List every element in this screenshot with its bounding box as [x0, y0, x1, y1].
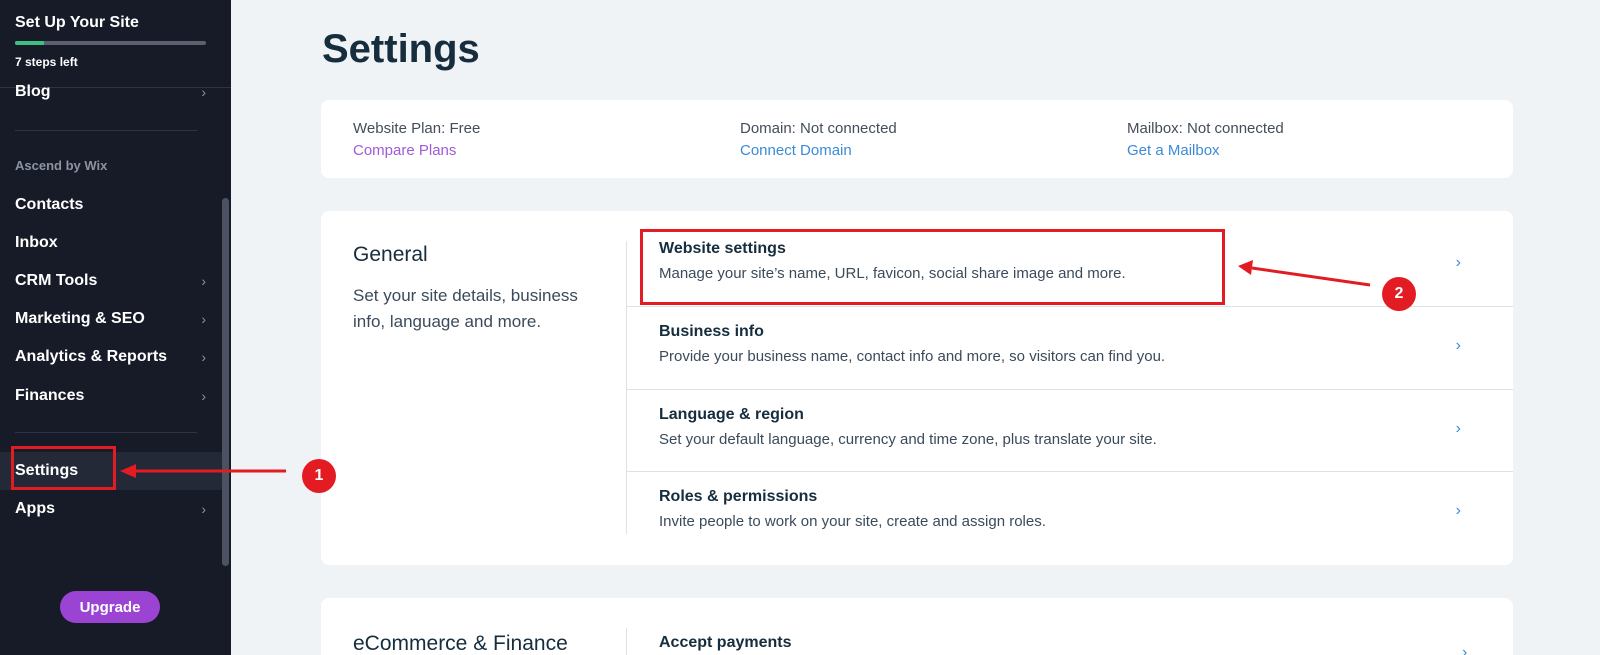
sidebar-item-label: Marketing & SEO	[15, 310, 145, 327]
sidebar-item-label: CRM Tools	[15, 272, 98, 289]
sidebar-item-label: Apps	[15, 500, 55, 517]
highlight-box-website-settings	[640, 229, 1225, 305]
row-description: Invite people to work on your site, crea…	[659, 513, 1046, 530]
domain-block: Domain: Not connected Connect Domain	[740, 120, 897, 159]
row-title: Business info	[659, 323, 764, 340]
sidebar-item-crm-tools[interactable]: CRM Tools ›	[15, 269, 206, 293]
chevron-right-icon: ›	[1462, 644, 1468, 655]
chevron-right-icon: ›	[1455, 420, 1461, 437]
sidebar-scrollbar[interactable]	[222, 198, 229, 566]
mailbox-block: Mailbox: Not connected Get a Mailbox	[1127, 120, 1284, 159]
setup-progress-bar	[15, 41, 206, 45]
chevron-right-icon: ›	[1455, 254, 1461, 271]
sidebar-item-finances[interactable]: Finances ›	[15, 384, 206, 408]
chevron-right-icon: ›	[1455, 337, 1461, 354]
website-plan-block: Website Plan: Free Compare Plans	[353, 120, 480, 159]
section-label: Ascend by Wix	[15, 158, 108, 173]
sidebar-item-apps[interactable]: Apps ›	[15, 497, 206, 521]
sidebar-item-label: Contacts	[15, 196, 84, 213]
sidebar-item-label: Analytics & Reports	[15, 348, 168, 365]
steps-left-text: 7 steps left	[15, 55, 78, 69]
upgrade-button[interactable]: Upgrade	[60, 591, 160, 623]
chevron-right-icon: ›	[201, 273, 206, 289]
chevron-right-icon: ›	[201, 84, 206, 100]
roles-permissions-row[interactable]: Roles & permissions Invite people to wor…	[627, 472, 1513, 554]
connect-domain-link[interactable]: Connect Domain	[740, 142, 897, 159]
get-mailbox-link[interactable]: Get a Mailbox	[1127, 142, 1284, 159]
sidebar-item-label: Finances	[15, 387, 85, 404]
setup-title[interactable]: Set Up Your Site	[15, 14, 139, 32]
sidebar-item-blog[interactable]: Blog ›	[15, 80, 206, 104]
chevron-right-icon: ›	[201, 311, 206, 327]
compare-plans-link[interactable]: Compare Plans	[353, 142, 480, 159]
nav-divider	[15, 432, 197, 433]
setup-progress-fill	[15, 41, 44, 45]
sidebar-item-label: Inbox	[15, 234, 58, 251]
page-title: Settings	[322, 27, 480, 71]
nav-divider	[15, 130, 197, 131]
row-title: Roles & permissions	[659, 488, 818, 505]
highlight-box-settings	[11, 446, 116, 490]
card-divider-vertical	[626, 628, 627, 655]
chevron-right-icon: ›	[201, 501, 206, 517]
row-title: Language & region	[659, 406, 804, 423]
sidebar-item-label: Blog	[15, 83, 51, 100]
sidebar-item-contacts[interactable]: Contacts	[15, 193, 206, 217]
language-region-row[interactable]: Language & region Set your default langu…	[627, 390, 1513, 472]
sidebar-item-marketing-seo[interactable]: Marketing & SEO ›	[15, 307, 206, 331]
sidebar-item-inbox[interactable]: Inbox	[15, 231, 206, 255]
general-section-title: General	[353, 243, 428, 266]
mailbox-status-label: Mailbox: Not connected	[1127, 120, 1284, 137]
business-info-row[interactable]: Business info Provide your business name…	[627, 307, 1513, 389]
website-plan-label: Website Plan: Free	[353, 120, 481, 137]
chevron-right-icon: ›	[201, 388, 206, 404]
ecommerce-section-title: eCommerce & Finance	[353, 632, 568, 655]
accept-payments-row[interactable]: Accept payments	[659, 634, 792, 652]
row-description: Set your default language, currency and …	[659, 431, 1157, 448]
plan-summary-card	[321, 100, 1513, 178]
chevron-right-icon: ›	[1455, 502, 1461, 519]
domain-status-label: Domain: Not connected	[740, 120, 897, 137]
general-section-description: Set your site details, business info, la…	[353, 286, 578, 331]
sidebar: Set Up Your Site 7 steps left Blog › Asc…	[0, 0, 231, 655]
annotation-badge-2: 2	[1382, 277, 1416, 311]
sidebar-item-analytics-reports[interactable]: Analytics & Reports ›	[15, 345, 206, 369]
chevron-right-icon: ›	[201, 349, 206, 365]
row-description: Provide your business name, contact info…	[659, 348, 1166, 365]
annotation-badge-1: 1	[302, 459, 336, 493]
